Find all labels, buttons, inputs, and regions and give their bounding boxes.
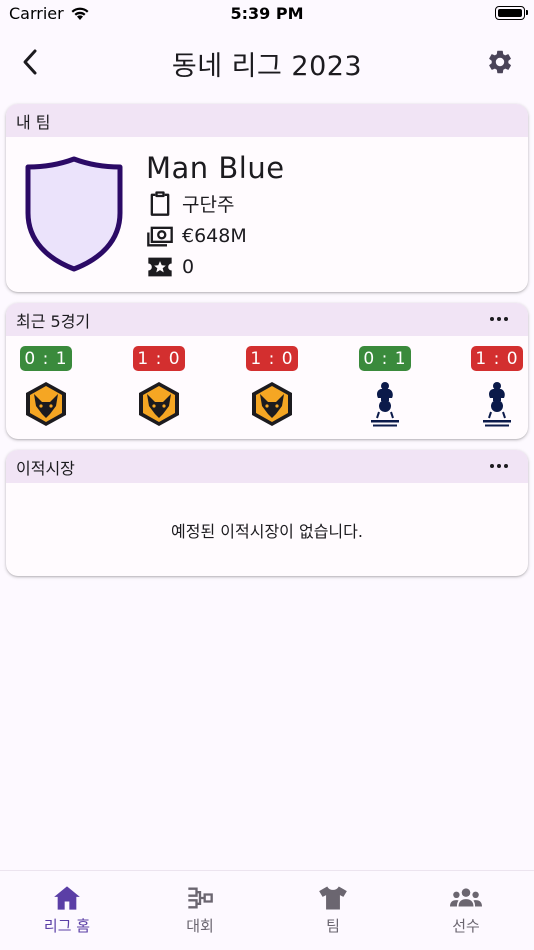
page-title: 동네 리그 2023	[171, 51, 363, 82]
cockerel-crest-icon	[360, 379, 410, 429]
nav-item-players[interactable]: 선수	[416, 883, 516, 936]
nav-item-team[interactable]: 팀	[283, 883, 383, 936]
my-team-body: Man Blue 구단주 €648M 0	[6, 137, 528, 292]
recent-matches-header-label: 최근 5경기	[16, 311, 91, 331]
more-button[interactable]	[488, 457, 510, 475]
bracket-icon	[188, 887, 213, 909]
app-bar: 동네 리그 2023	[0, 36, 534, 88]
team-name: Man Blue	[146, 151, 285, 185]
people-icon	[450, 888, 482, 907]
jersey-icon	[319, 886, 347, 910]
trophies-row: 0	[146, 253, 194, 281]
nav-label: 대회	[186, 917, 214, 935]
my-team-header: 내 팀	[6, 104, 528, 137]
match-score-badge: 1 : 0	[471, 346, 523, 371]
money-icon	[147, 226, 173, 247]
manager-label: 구단주	[182, 193, 235, 216]
match-score-badge: 0 : 1	[359, 346, 411, 371]
more-horizontal-icon	[490, 464, 508, 468]
wolf-crest-icon	[134, 379, 184, 429]
nav-label: 선수	[452, 917, 480, 935]
settings-button[interactable]	[480, 42, 520, 82]
transfer-body: 예정된 이적시장이 없습니다.	[6, 483, 528, 576]
gear-icon	[489, 50, 511, 74]
transfer-header-label: 이적시장	[16, 458, 75, 478]
transfer-header: 이적시장	[6, 450, 528, 483]
team-crest-icon	[24, 155, 124, 277]
match-score-badge: 1 : 0	[246, 346, 298, 371]
bottom-nav: 리그 홈 대회 팀 선수	[0, 870, 534, 950]
match-score-badge: 1 : 0	[133, 346, 185, 371]
transfer-card: 이적시장 예정된 이적시장이 없습니다.	[6, 450, 528, 576]
nav-label: 팀	[326, 917, 340, 935]
recent-matches-card: 최근 5경기 0 : 1 1 : 0 1 : 0 0 : 1 1 : 0	[6, 303, 528, 439]
trophies-value: 0	[182, 256, 195, 278]
my-team-card[interactable]: 내 팀 Man Blue 구단주 €648M 0	[6, 104, 528, 292]
clipboard-icon	[150, 191, 170, 216]
match-score-badge: 0 : 1	[20, 346, 72, 371]
status-bar: Carrier 5:39 PM	[0, 0, 534, 30]
transfer-empty-message: 예정된 이적시장이 없습니다.	[171, 521, 363, 541]
home-icon	[54, 886, 80, 910]
budget-row: €648M	[146, 222, 247, 250]
nav-item-competition[interactable]: 대회	[150, 883, 250, 936]
match-item[interactable]: 0 : 1	[16, 346, 76, 429]
manager-row: 구단주	[146, 189, 234, 217]
recent-matches-header: 최근 5경기	[6, 303, 528, 336]
star-ticket-icon	[148, 257, 172, 277]
match-item[interactable]: 1 : 0	[467, 346, 527, 429]
clock: 5:39 PM	[230, 4, 304, 23]
more-horizontal-icon	[490, 317, 508, 321]
nav-item-league-home[interactable]: 리그 홈	[17, 883, 117, 936]
match-item[interactable]: 0 : 1	[355, 346, 415, 429]
budget-value: €648M	[182, 225, 247, 247]
match-list: 0 : 1 1 : 0 1 : 0 0 : 1 1 : 0	[6, 336, 528, 439]
wolf-crest-icon	[247, 379, 297, 429]
wolf-crest-icon	[21, 379, 71, 429]
battery-icon	[495, 6, 528, 20]
cockerel-crest-icon	[472, 379, 522, 429]
nav-label: 리그 홈	[43, 917, 91, 935]
match-item[interactable]: 1 : 0	[242, 346, 302, 429]
match-item[interactable]: 1 : 0	[129, 346, 189, 429]
my-team-header-label: 내 팀	[16, 112, 51, 132]
more-button[interactable]	[488, 310, 510, 328]
